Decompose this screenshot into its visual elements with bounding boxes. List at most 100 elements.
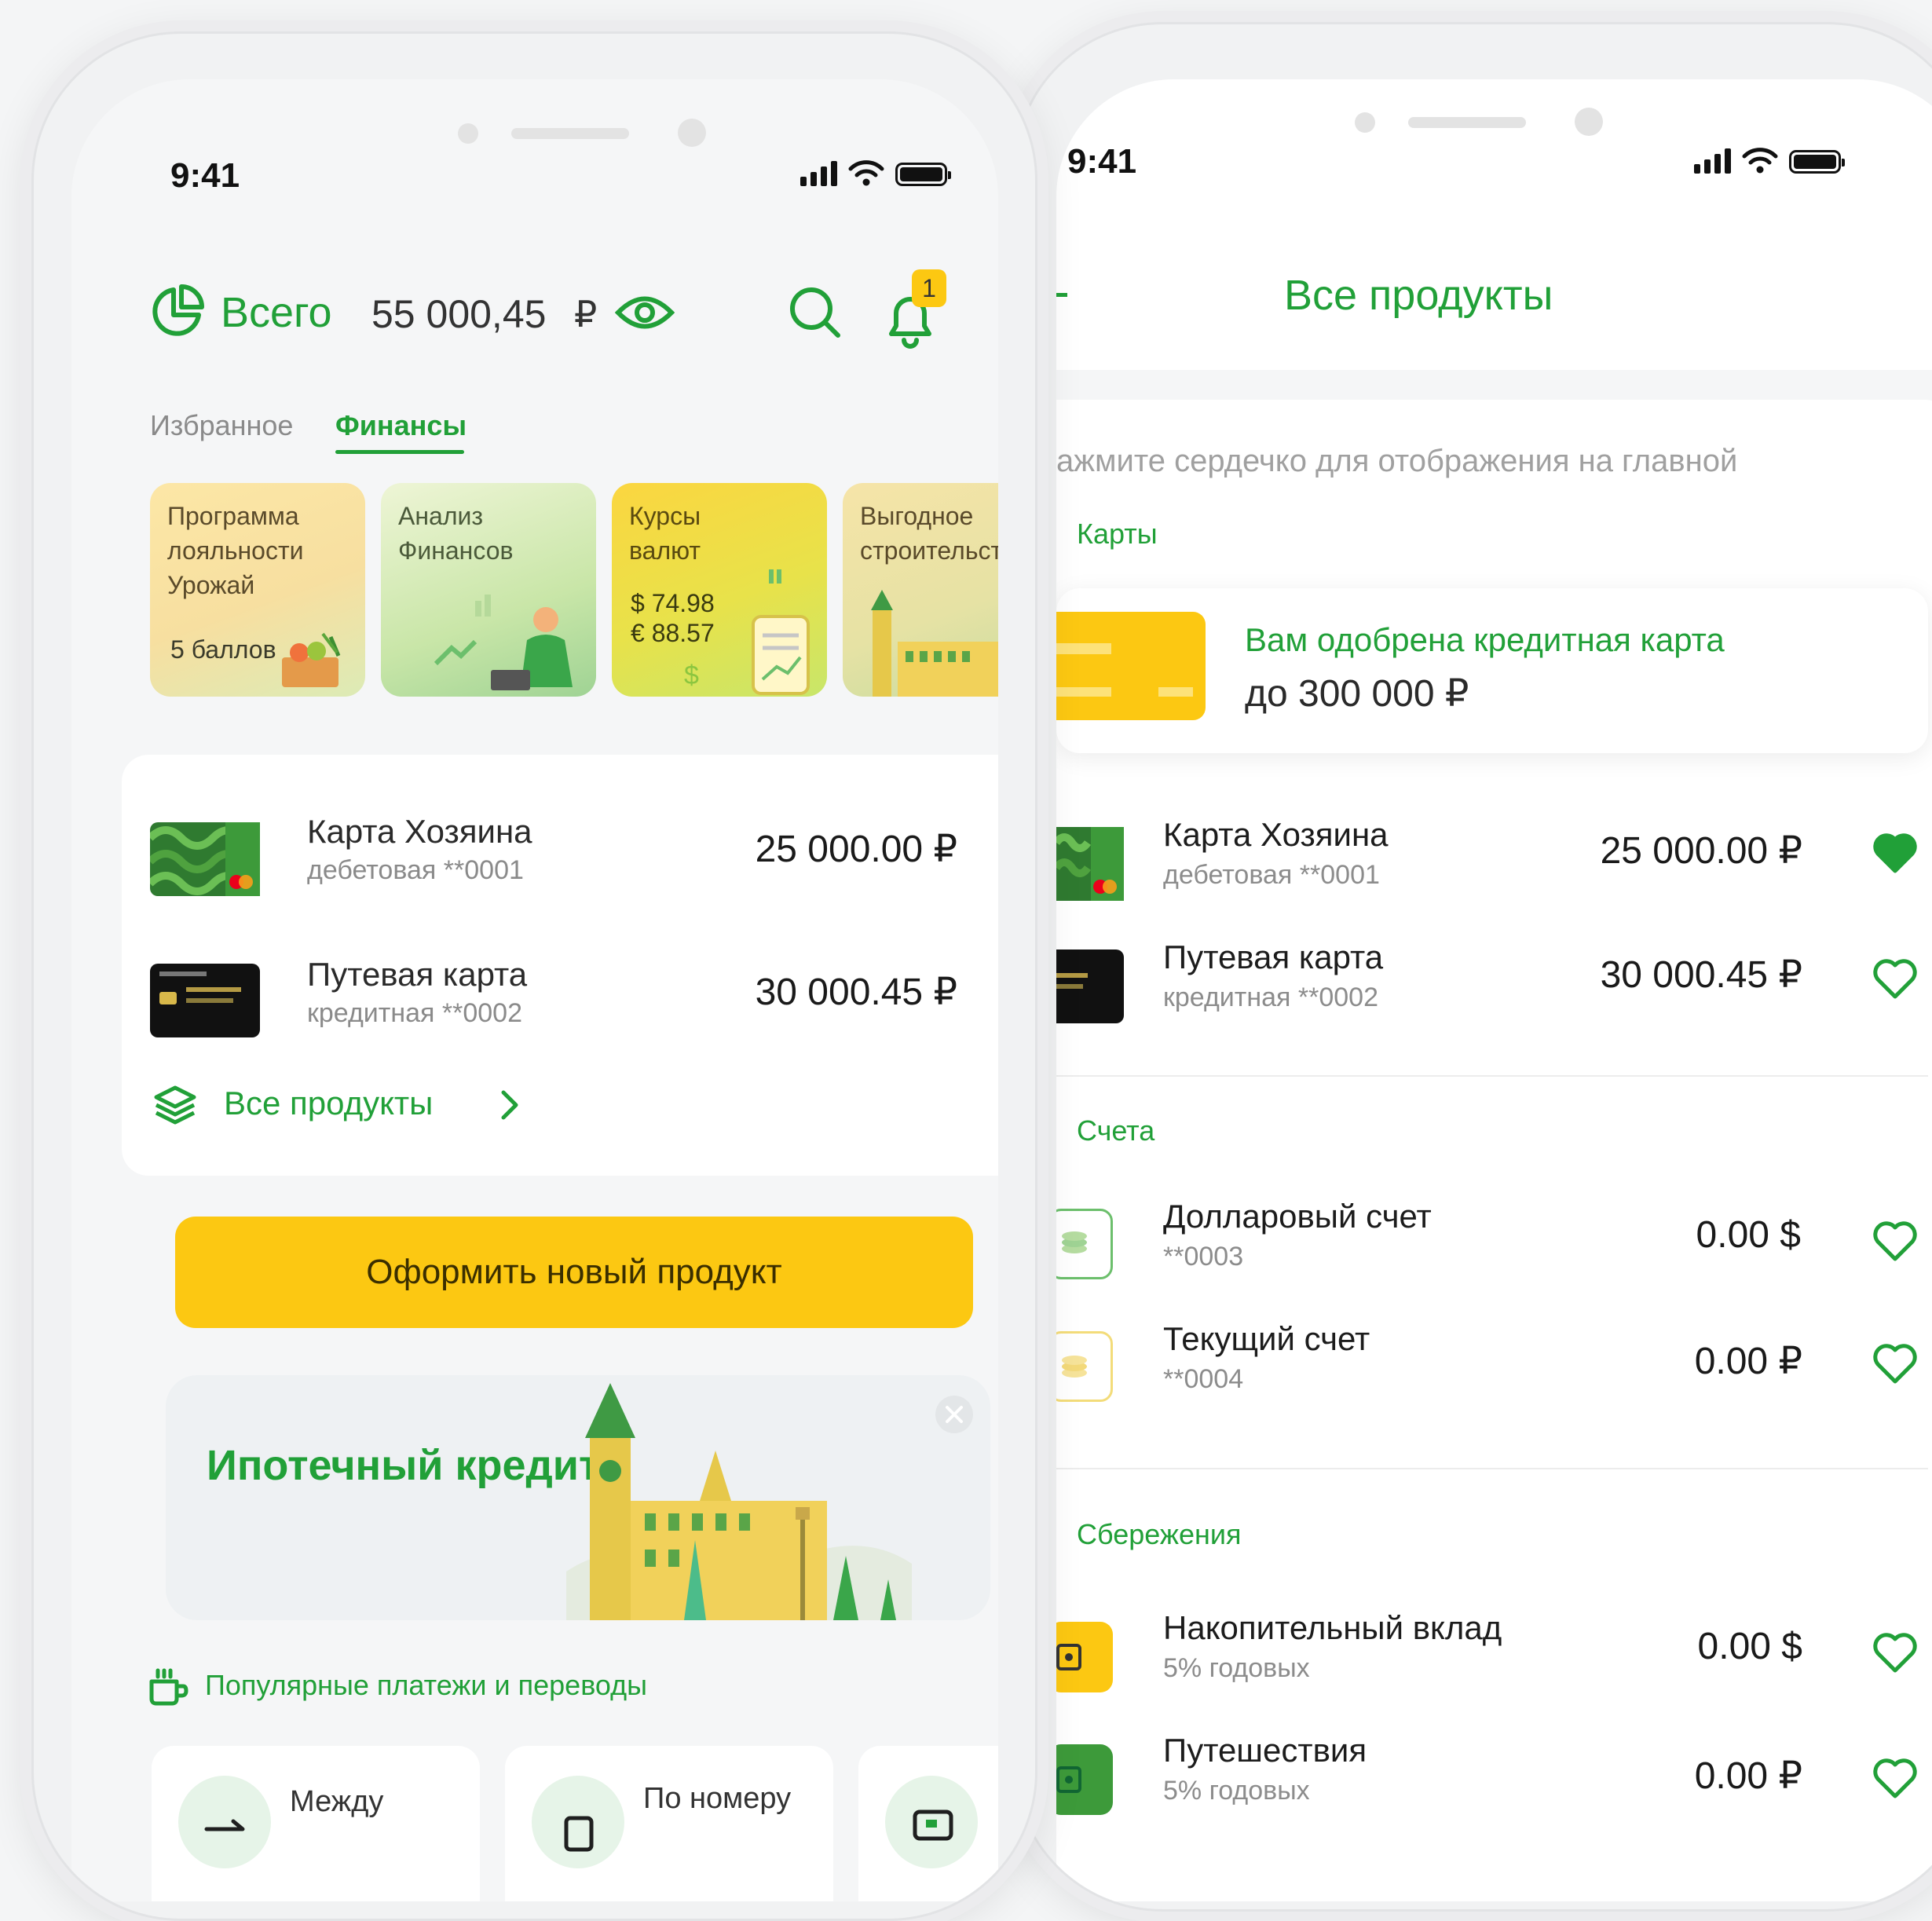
- analyst-illustration-icon: [434, 595, 573, 690]
- product-amount: 30 000.45 ₽: [1600, 954, 1802, 996]
- back-arrow-icon[interactable]: [1056, 293, 1067, 297]
- promo-loyalty-points: 5 баллов: [170, 635, 276, 664]
- product-sub: **0004: [1163, 1364, 1244, 1394]
- search-icon[interactable]: [788, 285, 843, 340]
- total-label: Всего: [221, 289, 332, 336]
- heart-outline-icon[interactable]: [1873, 1633, 1917, 1674]
- product-name: Текущий счет: [1163, 1320, 1370, 1357]
- offer-line1: Вам одобрена кредитная карта: [1245, 621, 1725, 658]
- notch-speaker: [511, 128, 629, 139]
- battery-icon: [895, 163, 951, 186]
- phone-number-icon: [532, 1776, 624, 1868]
- heart-outline-icon[interactable]: [1873, 959, 1917, 1000]
- pie-chart-icon: [152, 284, 204, 336]
- divider: [1056, 1075, 1928, 1077]
- status-time: 9:41: [1067, 142, 1137, 181]
- coffee-cup-icon: [149, 1668, 188, 1706]
- card-khozyaina-icon: [1056, 827, 1124, 901]
- product-sub: 5% годовых: [1163, 1653, 1310, 1683]
- phone-all-products: 9:41 9:41 Все продукты ажмите сердечко д…: [1013, 22, 1932, 1912]
- close-icon: [946, 1406, 963, 1423]
- promo-rates[interactable]: Курсы валют $ 74.98 € 88.57 $: [612, 483, 827, 697]
- transfer-icon: [178, 1776, 271, 1868]
- phone-chart-icon: [752, 569, 810, 695]
- product-name: Путевая карта: [1163, 939, 1384, 975]
- product-name: Накопительный вклад: [1163, 1609, 1502, 1646]
- new-product-button[interactable]: Оформить новый продукт: [175, 1217, 973, 1328]
- product-sub: **0003: [1163, 1242, 1244, 1272]
- product-row-putevaya[interactable]: [122, 932, 998, 1066]
- notch-camera: [678, 119, 706, 147]
- phone-home: 9:41 Всего 55 000,45 ₽ 1 Избранное Финан…: [31, 31, 1037, 1921]
- castle-illustration-icon: [566, 1383, 912, 1620]
- promo-analysis[interactable]: Анализ Финансов: [381, 483, 596, 697]
- eye-icon[interactable]: [615, 291, 675, 334]
- product-row-khozyaina[interactable]: [122, 786, 998, 920]
- close-banner-button[interactable]: [935, 1396, 973, 1433]
- promo-loyalty-title: Программа лояльности Урожай: [167, 502, 304, 599]
- section-savings: Сбережения: [1077, 1518, 1242, 1550]
- heart-outline-icon[interactable]: [1873, 1344, 1917, 1385]
- promo-analysis-title: Анализ Финансов: [398, 502, 514, 565]
- chevron-right-icon[interactable]: [499, 1089, 521, 1121]
- quick-action-by-number[interactable]: По номеру: [505, 1746, 833, 1901]
- current-account-icon: [1056, 1331, 1113, 1402]
- hint-text: ажмите сердечко для отображения на главн…: [1056, 444, 1738, 478]
- product-sub: кредитная **0002: [1163, 982, 1378, 1012]
- home-screen: 9:41 Всего 55 000,45 ₽ 1 Избранное Финан…: [71, 79, 998, 1901]
- notch-camera: [1575, 108, 1603, 136]
- heart-filled-icon[interactable]: [1873, 833, 1917, 874]
- section-accounts: Счета: [1077, 1114, 1155, 1147]
- divider: [1056, 1468, 1928, 1469]
- page-title: Все продукты: [1284, 272, 1553, 319]
- products-list: ажмите сердечко для отображения на главн…: [1056, 400, 1932, 1901]
- mortgage-banner[interactable]: Ипотечный кредит: [166, 1375, 990, 1620]
- total-currency: ₽: [574, 294, 598, 335]
- promo-building[interactable]: Выгодное строительст: [843, 483, 998, 697]
- product-amount: 0.00 ₽: [1694, 1755, 1802, 1797]
- popular-payments-title: Популярные платежи и переводы: [205, 1669, 648, 1701]
- quick-action-more[interactable]: [858, 1746, 998, 1901]
- promo-loyalty[interactable]: Программа лояльности Урожай 5 баллов: [150, 483, 365, 697]
- heart-outline-icon[interactable]: [1873, 1758, 1917, 1799]
- status-icons: [800, 159, 951, 186]
- product-name: Карта Хозяина: [1163, 816, 1389, 853]
- quick-action-label: По номеру: [643, 1782, 792, 1815]
- card-putevaya-icon: [1056, 950, 1124, 1023]
- status-time: 9:41: [170, 156, 240, 195]
- promo-building-title: Выгодное строительст: [860, 502, 998, 565]
- savings-deposit-icon: [1056, 1622, 1113, 1692]
- product-name: Путешествия: [1163, 1732, 1367, 1769]
- notch-sensor: [458, 123, 478, 144]
- product-amount: 0.00 $: [1696, 1214, 1801, 1256]
- quick-action-label: Между: [290, 1785, 384, 1818]
- battery-icon: [1789, 150, 1845, 174]
- products-card: Карта Хозяина дебетовая **0001 25 000.00…: [122, 755, 998, 1176]
- promo-rates-values: $ 74.98 € 88.57: [631, 589, 715, 647]
- product-amount: 0.00 $: [1697, 1626, 1802, 1667]
- credit-offer-card[interactable]: Вам одобрена кредитная карта до 300 000 …: [1056, 588, 1928, 753]
- basket-icon: [282, 632, 341, 687]
- wifi-icon: [848, 160, 884, 186]
- promo-rates-title: Курсы валют: [629, 502, 701, 565]
- credit-card-icon: [1056, 612, 1206, 720]
- notch-speaker: [1408, 117, 1526, 128]
- signal-icon: [1694, 148, 1731, 174]
- product-amount: 0.00 ₽: [1694, 1341, 1802, 1382]
- dollar-account-icon: [1056, 1209, 1113, 1279]
- product-name: Долларовый счет: [1163, 1198, 1432, 1235]
- wifi-icon: [1742, 148, 1778, 174]
- all-products-link[interactable]: Все продукты: [224, 1085, 433, 1122]
- product-amount: 25 000.00 ₽: [1600, 830, 1802, 872]
- section-cards: Карты: [1077, 518, 1158, 550]
- layers-icon: [154, 1085, 196, 1125]
- heart-outline-icon[interactable]: [1873, 1221, 1917, 1262]
- quick-action-between[interactable]: Между: [152, 1746, 480, 1901]
- signal-icon: [800, 161, 837, 186]
- tab-finances[interactable]: Финансы: [335, 409, 467, 442]
- tab-favorites[interactable]: Избранное: [150, 409, 293, 442]
- product-sub: дебетовая **0001: [1163, 860, 1380, 890]
- dollar-icon: $: [684, 660, 699, 690]
- total-amount: 55 000,45: [371, 292, 547, 336]
- notification-badge: 1: [912, 269, 946, 307]
